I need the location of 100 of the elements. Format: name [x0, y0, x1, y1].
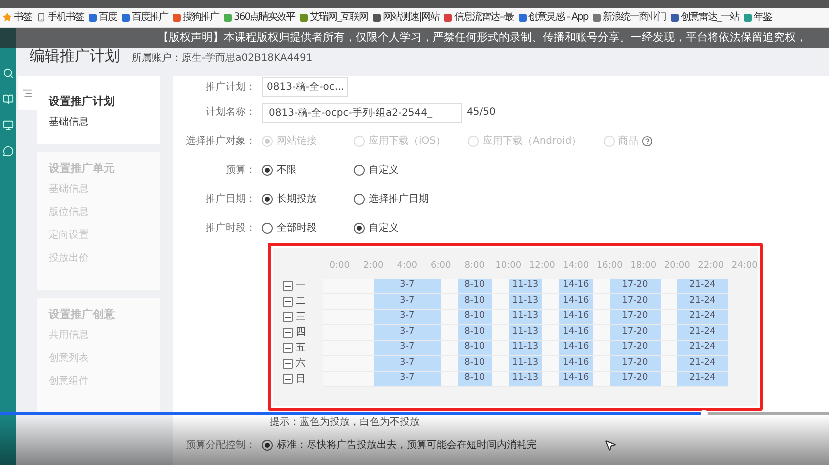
bookmark-link[interactable]: 创意灵感 - App: [528, 10, 588, 25]
day-checkbox[interactable]: [283, 374, 293, 384]
time-block[interactable]: 14-16: [559, 278, 593, 293]
radio-button[interactable]: [262, 223, 273, 234]
day-checkbox[interactable]: [283, 358, 293, 369]
time-block[interactable]: 21-24: [677, 356, 728, 370]
hour-label: 24:00: [730, 260, 759, 273]
nav-item[interactable]: 基础信息: [49, 111, 160, 134]
time-block[interactable]: 11-13: [508, 356, 542, 370]
time-block[interactable]: 21-24: [677, 340, 728, 355]
time-block[interactable]: 17-20: [610, 340, 660, 355]
field-label: 计划名称：: [205, 106, 257, 120]
radio-button[interactable]: [354, 223, 365, 234]
plan-select[interactable]: 0813-稿-全-oc...: [262, 77, 348, 97]
time-block[interactable]: 8-10: [458, 294, 492, 308]
bookmark-link[interactable]: 网站测速|网站: [383, 10, 440, 25]
bookmark-link[interactable]: 书签: [14, 10, 32, 25]
time-block[interactable]: 3-7: [374, 356, 442, 370]
monitor-icon[interactable]: [2, 120, 14, 131]
time-block[interactable]: 3-7: [374, 325, 442, 340]
time-block[interactable]: 3-7: [374, 310, 442, 324]
bookmark-link[interactable]: 手机书签: [48, 10, 84, 25]
time-block[interactable]: 14-16: [559, 294, 593, 308]
search-icon[interactable]: [2, 68, 14, 79]
time-block[interactable]: 11-13: [508, 278, 542, 293]
time-block[interactable]: 8-10: [458, 325, 492, 340]
radio-label: 长期投放: [277, 192, 317, 207]
day-label: 四: [296, 326, 307, 340]
time-block[interactable]: 14-16: [559, 356, 593, 370]
time-block[interactable]: 17-20: [610, 294, 660, 308]
radio-label: 商品: [618, 134, 639, 149]
time-block[interactable]: 17-20: [610, 278, 660, 293]
time-block[interactable]: 8-10: [458, 340, 492, 355]
bookmark-link[interactable]: 年鉴: [754, 10, 772, 25]
hour-label: 0:00: [328, 260, 351, 273]
time-block[interactable]: 17-20: [610, 310, 660, 324]
time-block[interactable]: 11-13: [508, 294, 542, 308]
time-block[interactable]: 21-24: [677, 294, 728, 308]
field-label: 推广日期：: [205, 192, 257, 207]
bookmark-link[interactable]: 搜狗推广: [183, 10, 219, 25]
day-checkbox[interactable]: [283, 343, 293, 354]
time-block[interactable]: 3-7: [374, 340, 442, 355]
time-block[interactable]: 17-20: [610, 325, 660, 340]
radio-button[interactable]: [354, 165, 365, 176]
site-icon: [593, 14, 602, 22]
time-block[interactable]: 8-10: [458, 372, 492, 386]
hour-label: 18:00: [630, 260, 658, 273]
day-checkbox[interactable]: [283, 296, 293, 307]
time-block[interactable]: 14-16: [559, 325, 593, 340]
time-block[interactable]: 17-20: [610, 356, 660, 370]
hour-label: 10:00: [494, 260, 523, 273]
day-label: 三: [296, 310, 307, 325]
book-icon[interactable]: [2, 94, 14, 105]
time-block[interactable]: 14-16: [559, 340, 593, 355]
radio-button[interactable]: [354, 194, 365, 205]
time-block[interactable]: 17-20: [610, 372, 660, 386]
radio-button[interactable]: [262, 440, 273, 451]
radio-label: 应用下载（Android）: [483, 134, 582, 149]
site-icon: [224, 14, 232, 22]
chat-icon[interactable]: [2, 146, 14, 157]
time-block[interactable]: 8-10: [458, 310, 492, 324]
time-block[interactable]: 21-24: [677, 372, 728, 386]
radio-button[interactable]: [262, 194, 273, 205]
site-icon: [671, 14, 680, 22]
time-block[interactable]: 11-13: [508, 325, 542, 340]
field-label: 推广计划：: [205, 80, 257, 94]
time-block[interactable]: 14-16: [559, 372, 593, 386]
bookmark-link[interactable]: 百度推广: [132, 10, 168, 25]
bookmark-link[interactable]: 创意雷达_一站: [681, 10, 740, 25]
bookmark-link[interactable]: 百度: [99, 10, 117, 25]
time-block[interactable]: 11-13: [508, 372, 542, 386]
time-block[interactable]: 14-16: [559, 310, 593, 324]
day-checkbox[interactable]: [283, 328, 293, 338]
day-checkbox[interactable]: [283, 281, 293, 292]
time-block[interactable]: 8-10: [458, 278, 492, 293]
bookmark-link[interactable]: 艾瑞网_互联网: [310, 10, 368, 25]
time-block[interactable]: 21-24: [677, 310, 728, 324]
time-block[interactable]: 3-7: [374, 278, 442, 293]
star-icon: [3, 13, 12, 22]
time-block[interactable]: 21-24: [677, 278, 728, 293]
input-field[interactable]: 0813-稿-全-ocpc-手列-组a2-2544_: [262, 102, 462, 122]
radio-button[interactable]: [262, 165, 273, 176]
time-block[interactable]: 3-7: [374, 294, 442, 308]
bookmark-link[interactable]: 新浪统一商业门: [603, 10, 666, 25]
day-label: 一: [296, 280, 307, 294]
radio-label: 网站链接: [277, 134, 317, 149]
time-block[interactable]: 8-10: [458, 356, 492, 370]
time-block[interactable]: 11-13: [508, 310, 542, 324]
bookmark-link[interactable]: 信息流雷达--最: [454, 10, 514, 25]
bookmark-link[interactable]: 360点睛实效平: [234, 10, 296, 25]
day-checkbox[interactable]: [283, 312, 293, 322]
page-title: 编辑推广计划: [30, 48, 120, 65]
time-block[interactable]: 11-13: [508, 340, 542, 355]
collapse-button[interactable]: [18, 76, 37, 110]
time-block[interactable]: 3-7: [374, 372, 442, 386]
field-label: 推广时段：: [205, 222, 257, 236]
nav-section-title[interactable]: 设置推广计划: [49, 93, 160, 111]
radio-label: 自定义: [369, 164, 399, 178]
time-block[interactable]: 21-24: [677, 325, 728, 340]
hour-label: 14:00: [562, 260, 590, 273]
